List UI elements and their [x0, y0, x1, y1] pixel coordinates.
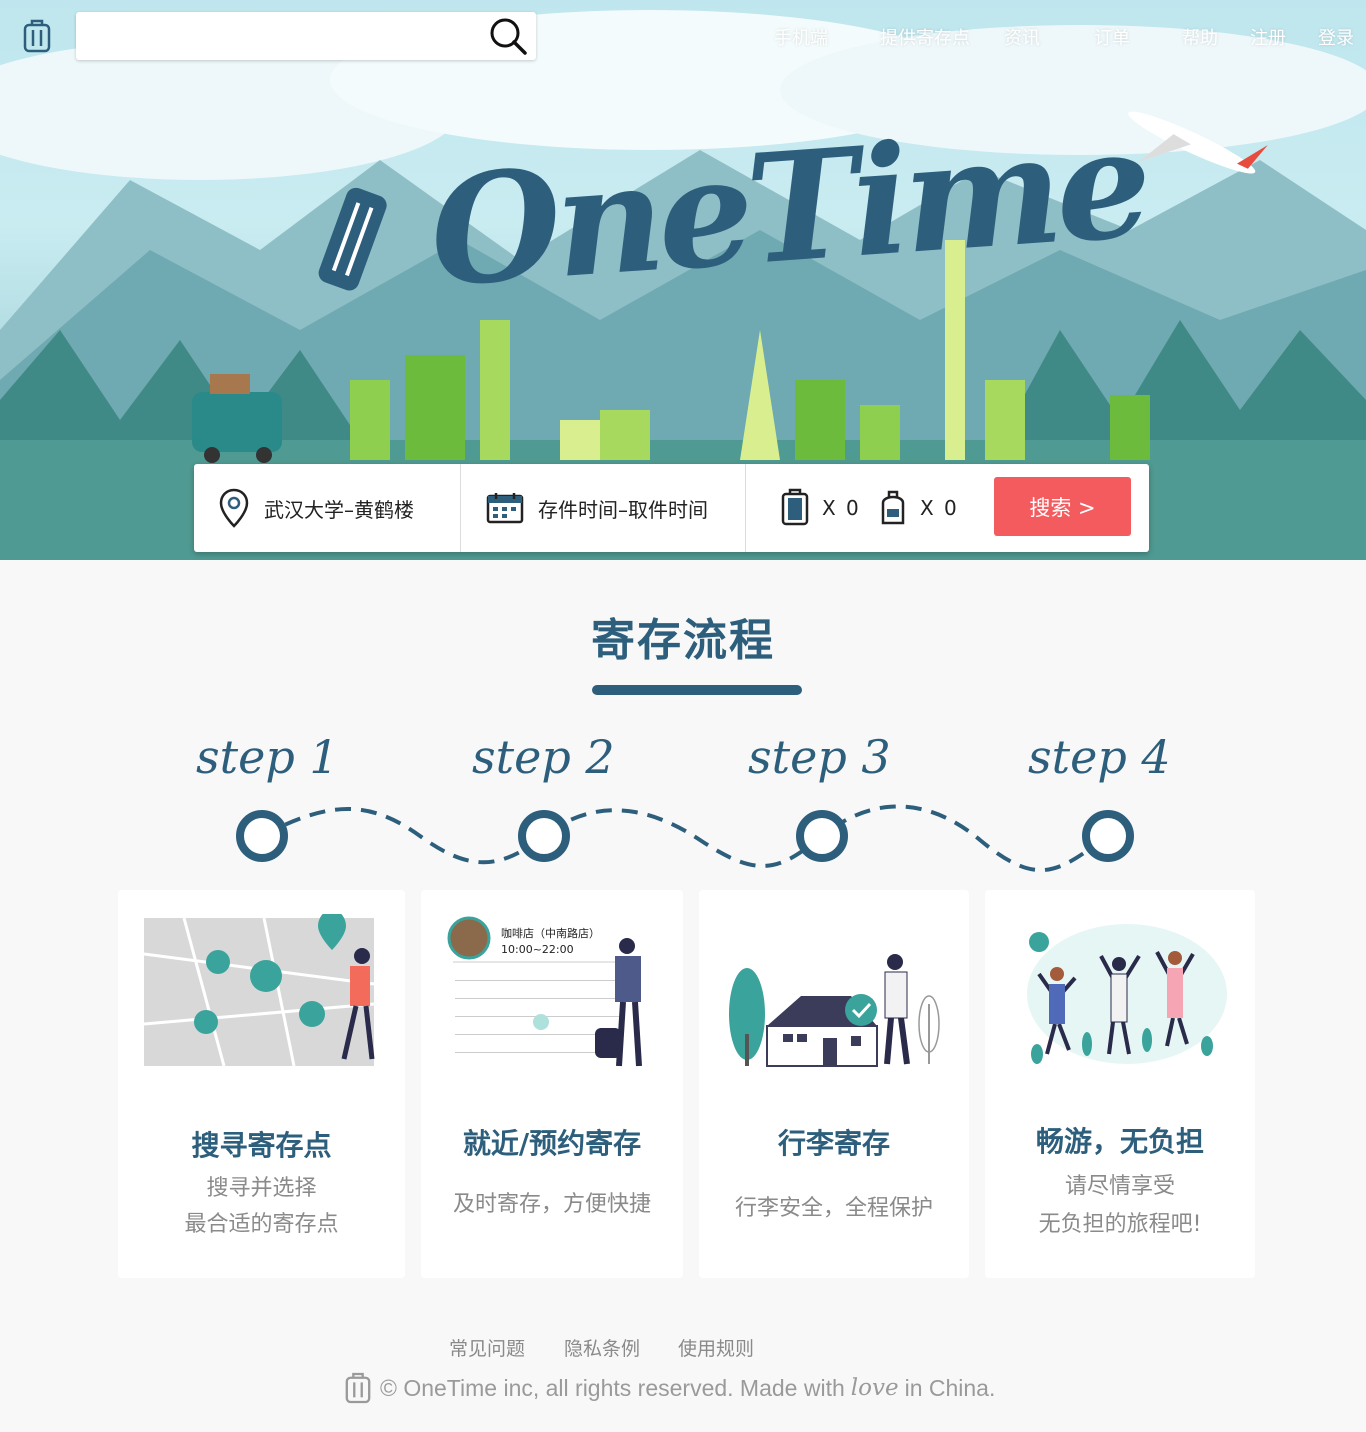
bar-divider [745, 464, 746, 552]
copyright-text: © OneTime inc, all rights reserved. Made… [380, 1374, 845, 1401]
step-desc: 最合适的寄存点 [184, 1212, 339, 1237]
copyright-suffix: in China. [904, 1374, 996, 1401]
step-card-3: 行李寄存 行李安全，全程保护 [699, 890, 969, 1278]
step-desc: 请尽情享受 [1064, 1174, 1175, 1199]
footer-links: 常见问题 隐私条例 使用规则 [0, 1334, 1366, 1360]
location-field[interactable]: 武汉大学–黄鹤楼 [218, 464, 414, 552]
step-label-3: step 3 [748, 730, 891, 784]
step-label-1: step 1 [196, 730, 339, 784]
step-card-4: 畅游，无负担 请尽情享受 无负担的旅程吧! [985, 890, 1255, 1278]
time-field[interactable]: 存件时间–取件时间 [486, 464, 708, 552]
step-desc: 及时寄存，方便快捷 [452, 1192, 651, 1217]
calendar-icon [486, 493, 524, 524]
search-icon[interactable] [488, 16, 528, 56]
nav-mobile[interactable]: 手机端 [774, 24, 828, 50]
map-search-illustration [144, 914, 375, 1067]
step-desc: 行李安全，全程保护 [734, 1196, 933, 1221]
copyright-love: love [850, 1375, 899, 1401]
luggage-icon[interactable] [22, 18, 52, 54]
footer-link-terms[interactable]: 使用规则 [678, 1334, 754, 1361]
location-pin-icon [219, 488, 249, 528]
nav-provide-storage[interactable]: 提供寄存点 [880, 24, 970, 50]
backpack-icon [881, 490, 905, 525]
suitcase-counter[interactable]: X 0 [780, 464, 861, 552]
nav-news[interactable]: 资讯 [1004, 24, 1040, 50]
search-input[interactable] [76, 12, 476, 60]
step-label-2: step 2 [472, 730, 615, 784]
happy-travelers-illustration [1027, 924, 1227, 1064]
hero-banner: 手机端 提供寄存点 资讯 订单 帮助 注册 登录 OneTime 武汉大学–黄鹤… [0, 0, 1366, 560]
step-dot-3 [796, 810, 848, 862]
time-text: 存件时间–取件时间 [538, 497, 708, 522]
step-title: 就近/预约寄存 [462, 1127, 642, 1160]
step-path [236, 804, 1134, 873]
step-card-2: 咖啡店（中南路店） 10:00~22:00 就近/预约寄存 及时寄存，方便快捷 [421, 890, 683, 1278]
booking-bar: 武汉大学–黄鹤楼 存件时间–取件时间 X 0 X 0 搜索 > [194, 464, 1149, 552]
step-card-1: 搜寻寄存点 搜寻并选择 最合适的寄存点 [118, 890, 405, 1278]
step-dot-4 [1082, 810, 1134, 862]
footer-link-faq[interactable]: 常见问题 [449, 1334, 525, 1361]
process-title: 寄存流程 [591, 615, 775, 666]
nav-orders[interactable]: 订单 [1094, 24, 1130, 50]
bag-count: X 0 [920, 496, 959, 520]
title-underline [592, 685, 802, 695]
step-label-4: step 4 [1028, 730, 1171, 784]
location-text: 武汉大学–黄鹤楼 [264, 497, 414, 522]
search-button[interactable]: 搜索 > [994, 477, 1131, 536]
bag-counter[interactable]: X 0 [878, 464, 959, 552]
suitcase-count: X 0 [822, 496, 861, 520]
luggage-storage-illustration [729, 954, 940, 1067]
step-dot-1 [236, 810, 288, 862]
shop-name: 咖啡店（中南路店） [501, 927, 600, 940]
footer-link-privacy[interactable]: 隐私条例 [564, 1334, 640, 1361]
nav-register[interactable]: 注册 [1250, 24, 1286, 50]
step-title: 行李寄存 [777, 1127, 890, 1160]
luggage-icon [345, 1372, 371, 1404]
copyright: © OneTime inc, all rights reserved. Made… [344, 1370, 995, 1406]
step-title: 畅游，无负担 [1035, 1125, 1204, 1158]
step-desc: 搜寻并选择 [206, 1176, 317, 1201]
nav-help[interactable]: 帮助 [1182, 24, 1218, 50]
bar-divider [460, 464, 461, 552]
suitcase-icon [781, 488, 809, 526]
nav-login[interactable]: 登录 [1318, 24, 1354, 50]
shop-hours: 10:00~22:00 [501, 943, 574, 956]
search-bar [76, 12, 536, 60]
step-title: 搜寻寄存点 [191, 1129, 332, 1162]
step-desc: 无负担的旅程吧! [1038, 1212, 1202, 1237]
step-dot-2 [518, 810, 570, 862]
